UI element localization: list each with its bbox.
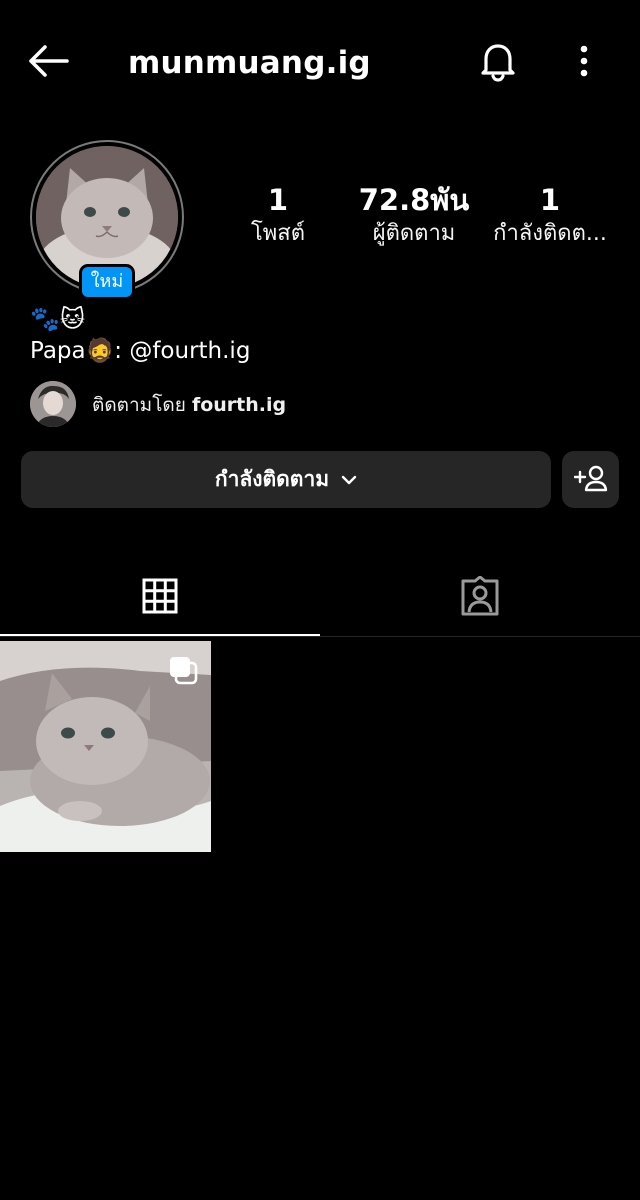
tab-divider: [0, 636, 640, 637]
posts-value: 1: [267, 183, 289, 217]
followers-count[interactable]: 72.8พัน ผู้ติดตาม: [340, 182, 488, 250]
bio-text: Papa🧔: @fourth.ig: [30, 338, 251, 364]
followed-by-user: fourth.ig: [191, 394, 287, 416]
follower-avatar[interactable]: [30, 381, 76, 427]
more-vertical-icon: [579, 44, 589, 82]
tagged-person-icon: [460, 575, 500, 620]
following-value: 1: [539, 183, 561, 217]
following-button[interactable]: กำลังติดตาม: [21, 451, 551, 508]
followers-label: ผู้ติดตาม: [372, 221, 456, 246]
tab-posts-grid[interactable]: [0, 560, 320, 636]
following-count[interactable]: 1 กำลังติดต...: [488, 182, 612, 250]
new-badge: ใหม่: [79, 264, 135, 300]
following-label: กำลังติดต...: [493, 221, 607, 246]
more-options-button[interactable]: [566, 38, 602, 88]
tab-tagged[interactable]: [320, 560, 640, 636]
following-button-label: กำลังติดตาม: [214, 467, 330, 491]
chevron-down-icon: [341, 475, 357, 485]
back-button[interactable]: [22, 40, 74, 86]
posts-count[interactable]: 1 โพสต์: [228, 182, 328, 250]
bell-icon: [478, 40, 518, 86]
followers-value: 72.8พัน: [358, 183, 470, 217]
posts-label: โพสต์: [250, 221, 306, 246]
bio-emoji-line: 🐾🐱: [30, 305, 85, 333]
followed-by-prefix: ติดตามโดย: [92, 394, 186, 416]
arrow-left-icon: [27, 44, 69, 82]
suggested-people-button[interactable]: [562, 451, 619, 508]
grid-icon: [142, 578, 178, 618]
profile-username: munmuang.ig: [128, 45, 371, 81]
add-person-icon: [573, 464, 608, 496]
notifications-button[interactable]: [474, 38, 522, 88]
multiple-photos-icon: [168, 655, 198, 689]
followed-by-text[interactable]: ติดตามโดย fourth.ig: [92, 391, 286, 419]
